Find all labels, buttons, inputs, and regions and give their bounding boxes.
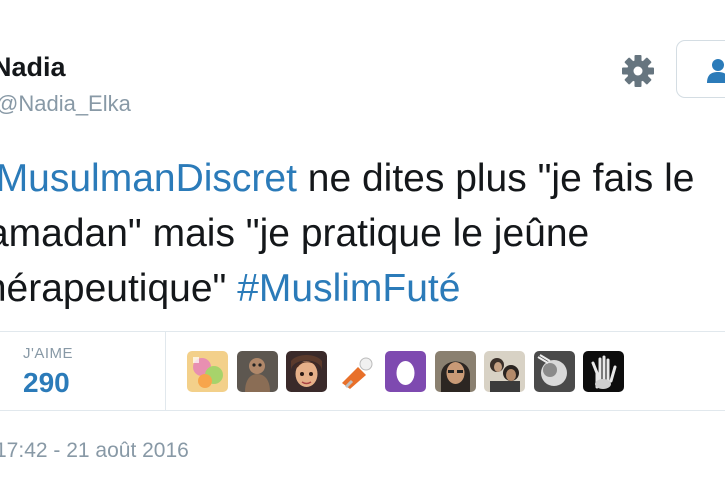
divider bbox=[165, 331, 166, 410]
gear-icon[interactable] bbox=[619, 52, 657, 90]
liker-avatars bbox=[187, 351, 624, 393]
liker-avatar-6[interactable] bbox=[434, 351, 476, 392]
hashtag-link[interactable]: #MusulmanDiscret bbox=[0, 157, 297, 200]
liker-avatar-8[interactable] bbox=[533, 351, 575, 392]
follow-button[interactable] bbox=[676, 40, 725, 98]
likes-count[interactable]: 290 bbox=[23, 367, 70, 399]
divider bbox=[0, 331, 725, 332]
person-icon bbox=[707, 59, 725, 83]
tweet-text: #MusulmanDiscret ne dites plus "je fais … bbox=[0, 151, 725, 316]
liker-avatar-1[interactable] bbox=[187, 351, 228, 392]
tweet-timestamp[interactable]: 17:42 - 21 août 2016 bbox=[0, 439, 189, 463]
liker-avatar-4[interactable] bbox=[335, 351, 377, 392]
user-handle[interactable]: @Nadia_Elka bbox=[0, 91, 131, 117]
tweet-line-1: #MusulmanDiscret ne dites plus "je fais … bbox=[0, 151, 725, 206]
tweet-line-1-text: ne dites plus "je fais le bbox=[296, 157, 695, 200]
tweet-line-3: thérapeutique" #MuslimFuté bbox=[0, 261, 725, 316]
liker-avatar-5[interactable] bbox=[385, 351, 426, 392]
hashtag-link[interactable]: #MuslimFuté bbox=[237, 267, 460, 310]
liker-avatar-3[interactable] bbox=[286, 351, 327, 392]
divider bbox=[0, 410, 725, 411]
likes-label[interactable]: J'AIME bbox=[23, 345, 73, 362]
tweet-line-2: ramadan" mais "je pratique le jeûne bbox=[0, 212, 590, 255]
display-name[interactable]: Nadia bbox=[0, 52, 66, 83]
liker-avatar-2[interactable] bbox=[236, 351, 278, 392]
liker-avatar-7[interactable] bbox=[484, 351, 525, 392]
liker-avatar-9[interactable] bbox=[583, 351, 624, 392]
tweet-line-3-text: thérapeutique" bbox=[0, 267, 238, 310]
